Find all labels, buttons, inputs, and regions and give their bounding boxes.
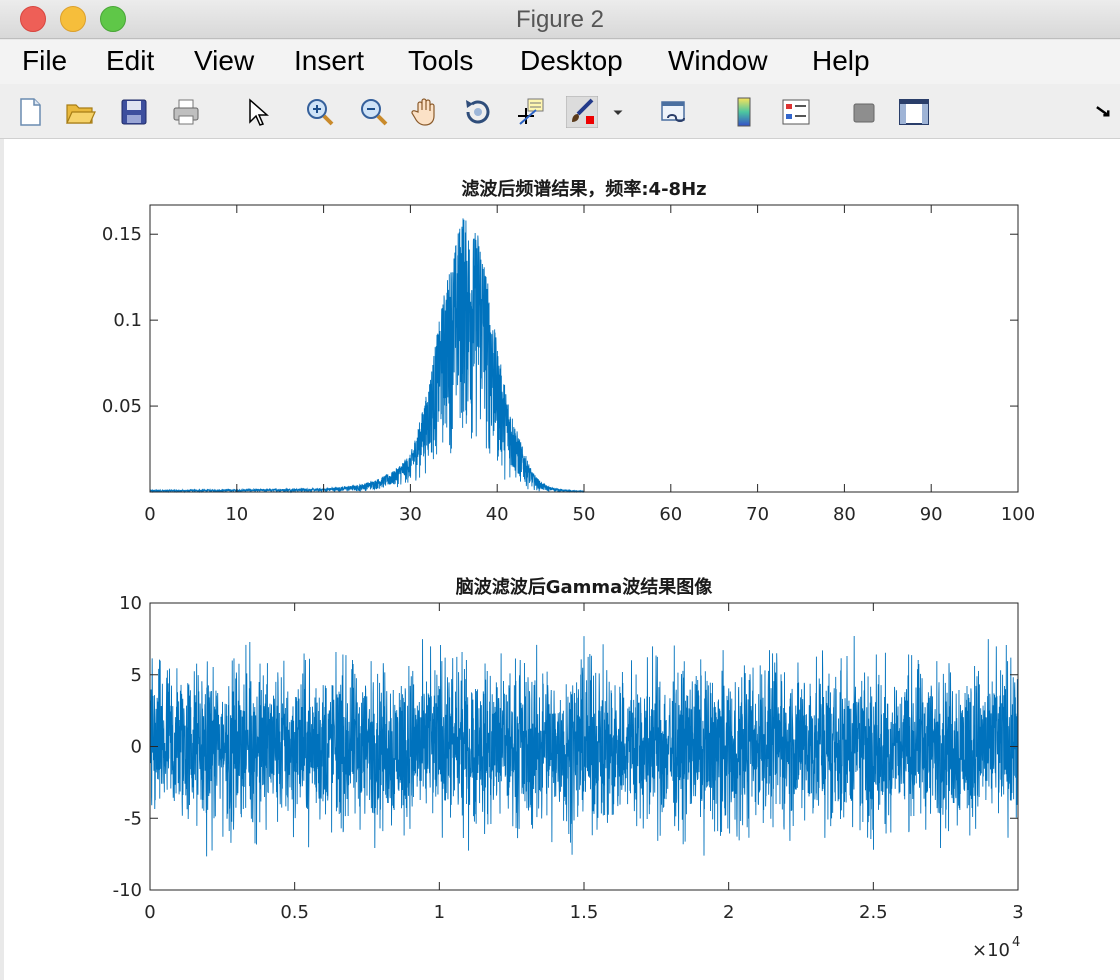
hide-plot-tools-icon[interactable] (846, 94, 882, 130)
x-tick-label: 3 (1012, 902, 1023, 923)
dock-arrow-icon[interactable] (1092, 94, 1118, 130)
zoom-in-icon[interactable] (302, 94, 338, 130)
x-tick-label: 0 (144, 504, 155, 525)
zoom-out-icon[interactable] (356, 94, 392, 130)
menu-tools[interactable]: Tools (408, 45, 473, 77)
x-tick-label: 40 (486, 504, 509, 525)
link-plot-icon[interactable] (656, 94, 692, 130)
x-tick-label: 90 (920, 504, 943, 525)
x-tick-label: 1 (434, 902, 445, 923)
window-title-bar: Figure 2 (0, 0, 1120, 39)
show-plot-tools-icon[interactable] (896, 94, 932, 130)
pan-hand-icon[interactable] (408, 94, 444, 130)
y-tick-label: 0.1 (113, 310, 142, 331)
x-tick-label: 20 (312, 504, 335, 525)
rotate-3d-icon[interactable] (460, 94, 496, 130)
y-tick-label: -5 (124, 808, 142, 829)
menu-help[interactable]: Help (812, 45, 870, 77)
data-cursor-icon[interactable] (512, 94, 548, 130)
menu-view[interactable]: View (194, 45, 254, 77)
y-tick-label: 10 (119, 593, 142, 614)
x-tick-label: 100 (1001, 504, 1035, 525)
menu-bar: File Edit View Insert Tools Desktop Wind… (0, 40, 1120, 84)
brush-dropdown-icon[interactable] (606, 94, 630, 130)
menu-insert[interactable]: Insert (294, 45, 364, 77)
data-line (149, 635, 1019, 857)
plots-canvas: 滤波后频谱结果，频率:4-8Hz0 10 20 30 40 50 60 70 80 90 1000.… (102, 178, 1035, 961)
legend-icon[interactable] (778, 94, 814, 130)
window-title: Figure 2 (515, 6, 605, 33)
axes-title: 滤波后频谱结果，频率:4-8Hz (461, 178, 706, 200)
x-tick-label: 2.5 (859, 902, 888, 923)
y-tick-label: 0.15 (102, 224, 142, 245)
data-line (149, 218, 1018, 494)
axes-box (149, 204, 1019, 493)
menu-file[interactable]: File (22, 45, 67, 77)
menu-edit[interactable]: Edit (106, 45, 154, 77)
figure-canvas: 滤波后频谱结果，频率:4-8Hz 0 10 20 30 40 50 60 70 80 90 100 0.… (4, 139, 1120, 980)
x-tick-label: 0.5 (280, 902, 309, 923)
x-tick-label: 50 (573, 504, 596, 525)
menu-window[interactable]: Window (668, 45, 768, 77)
brush-icon[interactable] (564, 94, 600, 130)
x-exponent-power: 4 (1012, 935, 1020, 950)
x-tick-label: 80 (833, 504, 856, 525)
y-tick-label: 0 (131, 737, 142, 758)
x-exponent-label: ×10 (972, 940, 1010, 961)
save-icon[interactable] (116, 94, 152, 130)
open-file-icon[interactable] (62, 94, 98, 130)
y-tick-label: -10 (113, 880, 142, 901)
x-tick-label: 2 (723, 902, 734, 923)
axes-2[interactable]: 脑波滤波后Gamma波结果图像 0 0.5 1 1.5 2 2.5 3 -10 -5 0 5 10 ×10… (113, 576, 1024, 961)
print-icon[interactable] (168, 94, 204, 130)
axes-1[interactable]: 滤波后频谱结果，频率:4-8Hz 0 10 20 30 40 50 60 70 80 90 100 0.… (102, 178, 1035, 525)
figure-toolbar (0, 84, 1120, 139)
x-tick-label: 70 (746, 504, 769, 525)
x-tick-label: 1.5 (570, 902, 599, 923)
y-tick-label: 0.05 (102, 396, 142, 417)
menu-desktop[interactable]: Desktop (520, 45, 623, 77)
x-tick-label: 30 (399, 504, 422, 525)
x-tick-label: 0 (144, 902, 155, 923)
x-tick-label: 10 (225, 504, 248, 525)
new-figure-icon[interactable] (12, 94, 48, 130)
colorbar-icon[interactable] (726, 94, 762, 130)
y-tick-label: 5 (131, 665, 142, 686)
pointer-icon[interactable] (238, 94, 274, 130)
axes-title: 脑波滤波后Gamma波结果图像 (456, 576, 714, 598)
x-tick-label: 60 (659, 504, 682, 525)
